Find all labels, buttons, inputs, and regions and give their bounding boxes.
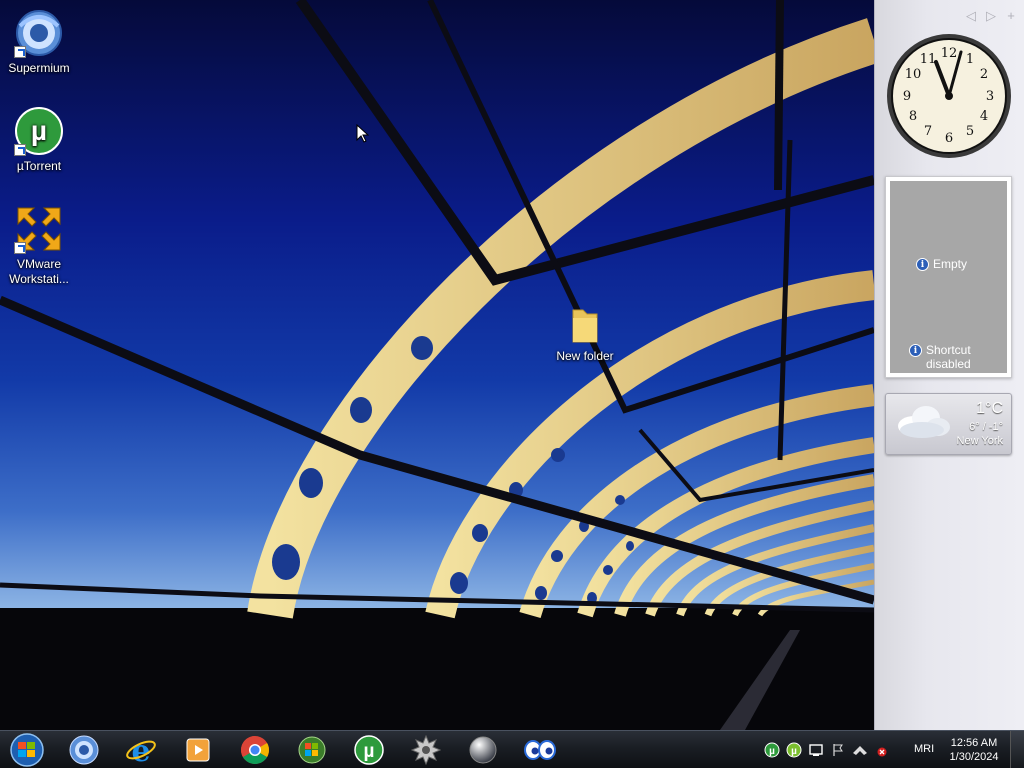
next-page-icon[interactable]: ▷ (984, 8, 998, 24)
language-indicator[interactable]: MRI (914, 743, 934, 755)
weather-range: 6° / -1° (969, 421, 1003, 433)
taskbar-clock[interactable]: 12:56 AM 1/30/2024 (945, 736, 1003, 764)
system-tray: µ µ (764, 731, 890, 768)
utorrent-icon: µ (354, 735, 384, 765)
taskbar-time: 12:56 AM (950, 737, 998, 749)
weather-gadget[interactable]: 1°C 6° / -1° New York (885, 393, 1012, 455)
taskbar-windows-live[interactable] (290, 733, 334, 767)
svg-text:1: 1 (966, 52, 974, 67)
desktop-icon-label: Supermium (8, 61, 70, 75)
taskbar-gear-app[interactable] (404, 733, 448, 767)
svg-text:µ: µ (31, 115, 47, 146)
taskbar-internet-explorer[interactable]: e (119, 733, 163, 767)
svg-text:2: 2 (980, 67, 988, 82)
start-button[interactable] (8, 732, 46, 768)
svg-text:10: 10 (905, 67, 922, 82)
svg-text:6: 6 (945, 131, 953, 146)
tray-flag-icon[interactable] (830, 742, 846, 758)
weather-city: New York (956, 435, 1003, 447)
utorrent-icon: µ (14, 106, 64, 156)
eyes-app-icon (524, 740, 556, 760)
shortcut-overlay-icon (14, 144, 26, 156)
info-icon: i (909, 344, 922, 357)
svg-text:e: e (131, 734, 150, 766)
tray-utorrent-icon[interactable]: µ (764, 742, 780, 758)
folder-icon (567, 306, 603, 346)
windows-live-icon (298, 736, 326, 764)
desktop-wallpaper (0, 0, 874, 730)
wallpaper-bridge-art (0, 0, 874, 730)
shortcut-overlay-icon (14, 46, 26, 58)
svg-text:8: 8 (909, 109, 917, 124)
svg-text:µ: µ (769, 746, 775, 757)
desktop-icon-utorrent[interactable]: µ µTorrent (0, 106, 78, 174)
slideshow-empty-message: i Empty (916, 257, 967, 271)
svg-text:9: 9 (903, 89, 911, 104)
shortcut-overlay-icon (14, 242, 26, 254)
info-icon: i (916, 258, 929, 271)
sidebar-controls: ◁ ▷ + (964, 8, 1018, 24)
svg-text:4: 4 (980, 109, 988, 124)
cloudy-weather-icon (898, 406, 950, 438)
desktop-icon-vmware[interactable]: VMware Workstati... (0, 204, 78, 287)
taskbar-chrome[interactable] (233, 733, 277, 767)
svg-text:µ: µ (364, 741, 375, 762)
svg-text:3: 3 (986, 89, 994, 104)
svg-text:11: 11 (920, 52, 937, 67)
taskbar-supermium[interactable] (62, 733, 106, 767)
previous-page-icon[interactable]: ◁ (964, 8, 978, 24)
tray-action-center-icon[interactable] (808, 742, 824, 758)
clock-gadget[interactable]: 12 12 345 678 91011 (885, 32, 1013, 160)
taskbar-date: 1/30/2024 (949, 751, 999, 763)
svg-text:5: 5 (966, 124, 974, 139)
sphere-app-icon (469, 736, 497, 764)
gear-app-icon (411, 735, 441, 765)
show-desktop-button[interactable] (1010, 731, 1024, 768)
add-gadget-icon[interactable]: + (1004, 8, 1018, 24)
internet-explorer-icon: e (126, 734, 156, 766)
slideshow-gadget[interactable]: i Empty i Shortcut disabled (885, 176, 1012, 378)
desktop-icon-label: New folder (556, 349, 614, 363)
taskbar-sphere-app[interactable] (461, 733, 505, 767)
svg-text:µ: µ (791, 746, 797, 757)
mouse-cursor-icon (356, 124, 370, 143)
taskbar-utorrent[interactable]: µ (347, 733, 391, 767)
supermium-icon (14, 8, 64, 58)
svg-text:7: 7 (924, 124, 932, 139)
svg-text:12: 12 (941, 46, 958, 61)
tray-volume-muted-icon[interactable] (874, 742, 890, 758)
tray-network-icon[interactable] (852, 742, 868, 758)
taskbar: e µ µ µ MRI 12:56 AM 1/30/2024 (0, 730, 1024, 768)
tray-utorrent-status-icon[interactable]: µ (786, 742, 802, 758)
chrome-icon (241, 736, 269, 764)
weather-temperature: 1°C (976, 400, 1003, 417)
vmware-workstation-icon (14, 204, 64, 254)
taskbar-eyes-app[interactable] (518, 733, 562, 767)
desktop-icon-supermium[interactable]: Supermium (0, 8, 78, 76)
supermium-icon (69, 735, 99, 765)
slideshow-shortcut-message: i Shortcut disabled (909, 343, 999, 371)
taskbar-media-player[interactable] (176, 733, 220, 767)
media-player-icon (186, 738, 210, 762)
desktop-icon-new-folder[interactable]: New folder (546, 306, 624, 364)
desktop-icon-label: µTorrent (16, 159, 62, 173)
desktop-icon-label: VMware Workstati... (9, 257, 69, 286)
